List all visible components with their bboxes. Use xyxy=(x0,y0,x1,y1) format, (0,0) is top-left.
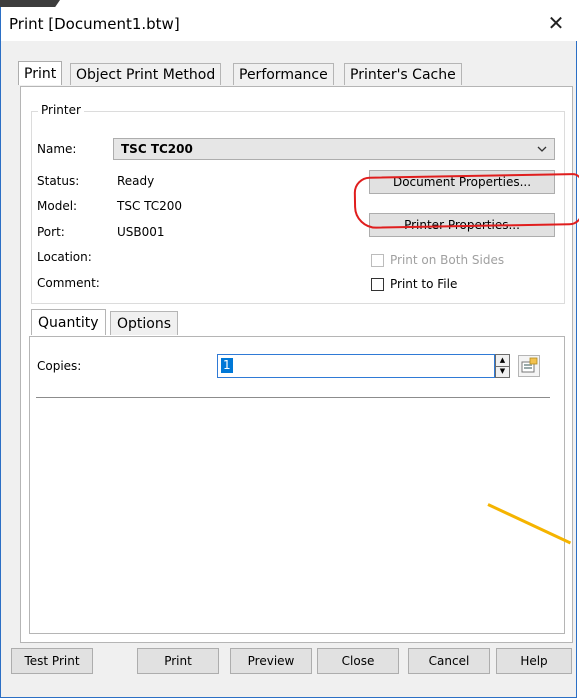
variable-icon xyxy=(521,357,538,373)
close-button[interactable]: Close xyxy=(317,648,399,674)
copies-input[interactable]: 1 xyxy=(217,354,495,378)
quantity-divider xyxy=(36,397,550,398)
test-print-button[interactable]: Test Print xyxy=(11,648,93,674)
print-both-sides-label: Print on Both Sides xyxy=(390,253,505,267)
printer-group: Printer Name: TSC TC200 Status: Ready Mo… xyxy=(31,103,579,304)
status-value: Ready xyxy=(117,174,155,188)
quantity-panel: Copies: 1 ▲ ▼ xyxy=(29,336,565,634)
tab-performance[interactable]: Performance xyxy=(233,63,334,85)
test-print-label: Test Print xyxy=(24,654,80,668)
preview-label: Preview xyxy=(247,654,295,668)
background-window-fragment xyxy=(0,0,60,7)
model-label: Model: xyxy=(37,199,78,213)
print-to-file-checkbox[interactable] xyxy=(371,278,384,291)
copies-stepper[interactable]: ▲ ▼ xyxy=(495,354,510,378)
printer-group-legend: Printer xyxy=(38,103,84,117)
print-button[interactable]: Print xyxy=(137,648,219,674)
copies-label: Copies: xyxy=(37,359,82,373)
tab-quantity[interactable]: Quantity xyxy=(31,309,106,335)
printer-name-value: TSC TC200 xyxy=(121,142,193,156)
print-label: Print xyxy=(164,654,192,668)
tab-printers-cache[interactable]: Printer's Cache xyxy=(344,63,462,85)
tab-print[interactable]: Print xyxy=(18,61,63,85)
chevron-down-icon xyxy=(537,146,547,152)
print-both-sides-checkbox[interactable] xyxy=(371,254,384,267)
name-label: Name: xyxy=(37,142,77,156)
dialog-title: Print [Document1.btw] xyxy=(9,15,180,33)
print-to-file-label: Print to File xyxy=(390,277,458,291)
comment-label: Comment: xyxy=(37,276,100,290)
close-label: Close xyxy=(341,654,375,668)
background-strip xyxy=(0,0,579,7)
print-tab-panel: Printer Name: TSC TC200 Status: Ready Mo… xyxy=(20,86,579,643)
status-label: Status: xyxy=(37,174,80,188)
help-label: Help xyxy=(520,654,548,668)
tab-object-print-method[interactable]: Object Print Method xyxy=(70,63,222,85)
preview-button[interactable]: Preview xyxy=(230,648,312,674)
title-bar: Print [Document1.btw] ✕ xyxy=(1,7,578,41)
port-label: Port: xyxy=(37,225,65,239)
variable-button[interactable] xyxy=(518,355,540,377)
cancel-button[interactable]: Cancel xyxy=(408,648,490,674)
port-value: USB001 xyxy=(117,225,165,239)
model-value: TSC TC200 xyxy=(117,199,183,213)
help-button[interactable]: Help xyxy=(496,648,572,674)
copies-value: 1 xyxy=(221,358,233,373)
tab-options[interactable]: Options xyxy=(110,311,179,335)
spin-down-icon[interactable]: ▼ xyxy=(496,366,509,377)
location-label: Location: xyxy=(37,250,92,264)
annotation-circle xyxy=(353,173,579,229)
print-dialog: Print [Document1.btw] ✕ Print Object Pri… xyxy=(0,7,579,698)
close-icon[interactable]: ✕ xyxy=(544,11,568,35)
printer-name-select[interactable]: TSC TC200 xyxy=(113,138,555,160)
cancel-label: Cancel xyxy=(428,654,470,668)
